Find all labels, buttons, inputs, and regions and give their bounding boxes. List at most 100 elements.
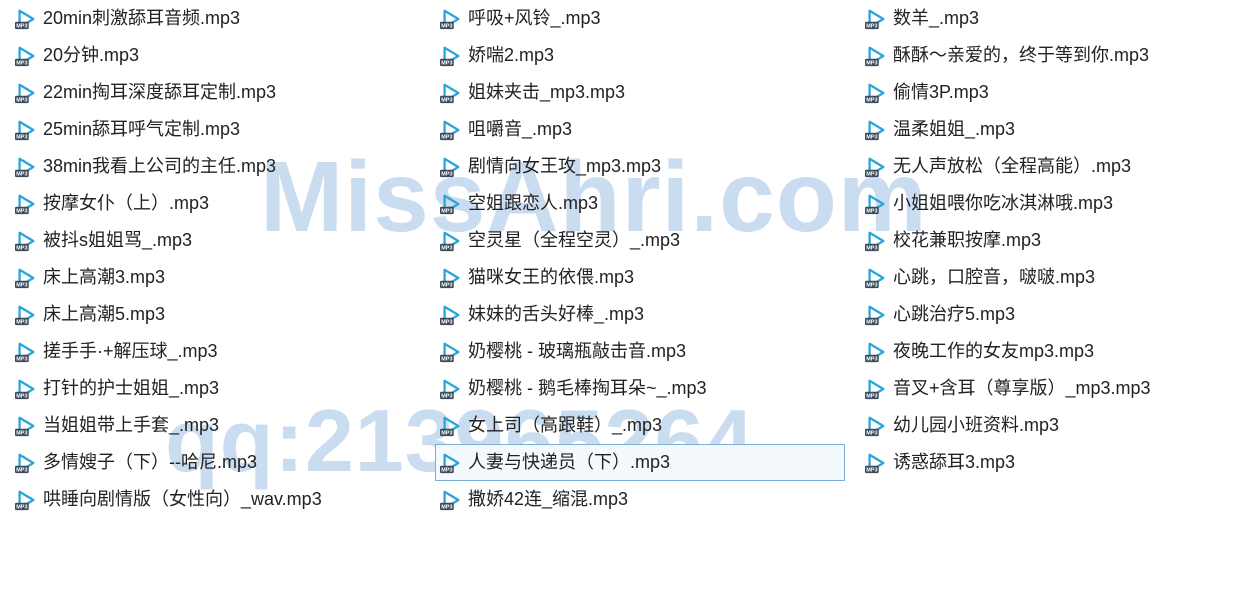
file-item[interactable]: MP3奶樱桃 - 鹅毛棒掏耳朵~_.mp3 [435, 370, 845, 407]
svg-text:MP3: MP3 [441, 504, 452, 510]
svg-text:MP3: MP3 [16, 356, 27, 362]
mp3-file-icon: MP3 [440, 193, 462, 215]
mp3-file-icon: MP3 [865, 341, 887, 363]
mp3-file-icon: MP3 [865, 193, 887, 215]
file-item[interactable]: MP3 无人声放松（全程高能）.mp3 [860, 148, 1260, 185]
svg-text:MP3: MP3 [866, 208, 877, 214]
file-name-label: 剧情向女王攻_mp3.mp3 [468, 148, 661, 185]
file-item[interactable]: MP320min刺激舔耳音频.mp3 [10, 0, 420, 37]
mp3-file-icon: MP3 [15, 378, 37, 400]
svg-text:MP3: MP3 [16, 430, 27, 436]
svg-text:MP3: MP3 [866, 23, 877, 29]
file-item[interactable]: MP3 22min掏耳深度舔耳定制.mp3 [10, 74, 420, 111]
file-name-label: 心跳，口腔音，啵啵.mp3 [893, 259, 1095, 296]
file-item[interactable]: MP3奶樱桃 - 玻璃瓶敲击音.mp3 [435, 333, 845, 370]
file-name-label: 心跳治疗5.mp3 [893, 296, 1015, 333]
file-name-label: 咀嚼音_.mp3 [468, 111, 572, 148]
file-name-label: 打针的护士姐姐_.mp3 [43, 370, 219, 407]
svg-text:MP3: MP3 [16, 60, 27, 66]
file-name-label: 22min掏耳深度舔耳定制.mp3 [43, 74, 276, 111]
mp3-file-icon: MP3 [865, 415, 887, 437]
file-item[interactable]: MP3咀嚼音_.mp3 [435, 111, 845, 148]
file-item[interactable]: MP3 心跳治疗5.mp3 [860, 296, 1260, 333]
svg-text:MP3: MP3 [866, 97, 877, 103]
file-item[interactable]: MP3数羊_.mp3 [860, 0, 1260, 37]
file-item[interactable]: MP3空姐跟恋人.mp3 [435, 185, 845, 222]
file-item[interactable]: MP3酥酥～亲爱的，终于等到你.mp3 [860, 37, 1260, 74]
mp3-file-icon: MP3 [865, 156, 887, 178]
file-column-2: MP3呼吸+风铃_.mp3MP3娇喘2.mp3MP3姐妹夹击_mp3.mp3MP… [435, 0, 845, 518]
file-name-label: 姐妹夹击_mp3.mp3 [468, 74, 625, 111]
svg-text:MP3: MP3 [866, 393, 877, 399]
svg-text:MP3: MP3 [16, 319, 27, 325]
mp3-file-icon: MP3 [15, 489, 37, 511]
file-name-label: 无人声放松（全程高能）.mp3 [893, 148, 1131, 185]
svg-text:MP3: MP3 [866, 245, 877, 251]
mp3-file-icon: MP3 [15, 452, 37, 474]
file-item[interactable]: MP3 当姐姐带上手套_.mp3 [10, 407, 420, 444]
file-item[interactable]: MP3心跳，口腔音，啵啵.mp3 [860, 259, 1260, 296]
svg-text:MP3: MP3 [441, 97, 452, 103]
file-item[interactable]: MP3 姐妹夹击_mp3.mp3 [435, 74, 845, 111]
file-item[interactable]: MP3音叉+含耳（尊享版）_mp3.mp3 [860, 370, 1260, 407]
file-item[interactable]: MP3温柔姐姐_.mp3 [860, 111, 1260, 148]
file-name-label: 床上高潮5.mp3 [43, 296, 165, 333]
file-item[interactable]: MP3空灵星（全程空灵）_.mp3 [435, 222, 845, 259]
mp3-file-icon: MP3 [865, 230, 887, 252]
file-item[interactable]: MP3 剧情向女王攻_mp3.mp3 [435, 148, 845, 185]
file-item[interactable]: MP3夜晚工作的女友mp3.mp3 [860, 333, 1260, 370]
file-item[interactable]: MP3妹妹的舌头好棒_.mp3 [435, 296, 845, 333]
file-name-label: 当姐姐带上手套_.mp3 [43, 407, 219, 444]
file-item[interactable]: MP3 床上高潮5.mp3 [10, 296, 420, 333]
file-item[interactable]: MP3 打针的护士姐姐_.mp3 [10, 370, 420, 407]
file-name-label: 诱惑舔耳3.mp3 [893, 444, 1015, 481]
file-item[interactable]: MP3搓手手·+解压球_.mp3 [10, 333, 420, 370]
svg-text:MP3: MP3 [441, 171, 452, 177]
svg-text:MP3: MP3 [16, 245, 27, 251]
file-item[interactable]: MP3娇喘2.mp3 [435, 37, 845, 74]
file-item[interactable]: MP3床上高潮3.mp3 [10, 259, 420, 296]
mp3-file-icon: MP3 [15, 119, 37, 141]
file-item[interactable]: MP3 女上司（高跟鞋）_.mp3 [435, 407, 845, 444]
file-item[interactable]: MP338min我看上公司的主任.mp3 [10, 148, 420, 185]
file-item[interactable]: MP3 哄睡向剧情版（女性向）_wav.mp3 [10, 481, 420, 518]
file-item[interactable]: MP3按摩女仆（上）.mp3 [10, 185, 420, 222]
file-name-label: 20分钟.mp3 [43, 37, 139, 74]
mp3-file-icon: MP3 [865, 45, 887, 67]
file-name-label: 25min舔耳呼气定制.mp3 [43, 111, 240, 148]
file-item[interactable]: MP3人妻与快递员（下）.mp3 [435, 444, 845, 481]
mp3-file-icon: MP3 [440, 489, 462, 511]
file-item[interactable]: MP3被抖s姐姐骂_.mp3 [10, 222, 420, 259]
file-item[interactable]: MP3猫咪女王的依偎.mp3 [435, 259, 845, 296]
file-item[interactable]: MP3 诱惑舔耳3.mp3 [860, 444, 1260, 481]
file-item[interactable]: MP3偷情3P.mp3 [860, 74, 1260, 111]
file-name-label: 女上司（高跟鞋）_.mp3 [468, 407, 662, 444]
file-item[interactable]: MP3撒娇42连_缩混.mp3 [435, 481, 845, 518]
mp3-file-icon: MP3 [865, 82, 887, 104]
mp3-file-icon: MP3 [440, 415, 462, 437]
file-item[interactable]: MP3 呼吸+风铃_.mp3 [435, 0, 845, 37]
file-column-3: MP3数羊_.mp3MP3酥酥～亲爱的，终于等到你.mp3MP3偷情3P.mp3… [860, 0, 1260, 481]
mp3-file-icon: MP3 [15, 267, 37, 289]
file-item[interactable]: MP3校花兼职按摩.mp3 [860, 222, 1260, 259]
file-item[interactable]: MP3幼儿园小班资料.mp3 [860, 407, 1260, 444]
svg-text:MP3: MP3 [441, 23, 452, 29]
file-item[interactable]: MP3 20分钟.mp3 [10, 37, 420, 74]
svg-text:MP3: MP3 [441, 319, 452, 325]
file-name-label: 奶樱桃 - 鹅毛棒掏耳朵~_.mp3 [468, 370, 707, 407]
svg-text:MP3: MP3 [16, 171, 27, 177]
mp3-file-icon: MP3 [440, 452, 462, 474]
mp3-file-icon: MP3 [15, 82, 37, 104]
file-item[interactable]: MP3多情嫂子（下）--哈尼.mp3 [10, 444, 420, 481]
file-item[interactable]: MP3 25min舔耳呼气定制.mp3 [10, 111, 420, 148]
mp3-file-icon: MP3 [15, 193, 37, 215]
file-item[interactable]: MP3小姐姐喂你吃冰淇淋哦.mp3 [860, 185, 1260, 222]
svg-text:MP3: MP3 [866, 319, 877, 325]
file-name-label: 哄睡向剧情版（女性向）_wav.mp3 [43, 481, 322, 518]
file-name-label: 20min刺激舔耳音频.mp3 [43, 0, 240, 37]
mp3-file-icon: MP3 [865, 452, 887, 474]
svg-text:MP3: MP3 [441, 282, 452, 288]
mp3-file-icon: MP3 [15, 304, 37, 326]
mp3-file-icon: MP3 [865, 119, 887, 141]
file-name-label: 呼吸+风铃_.mp3 [468, 0, 601, 37]
